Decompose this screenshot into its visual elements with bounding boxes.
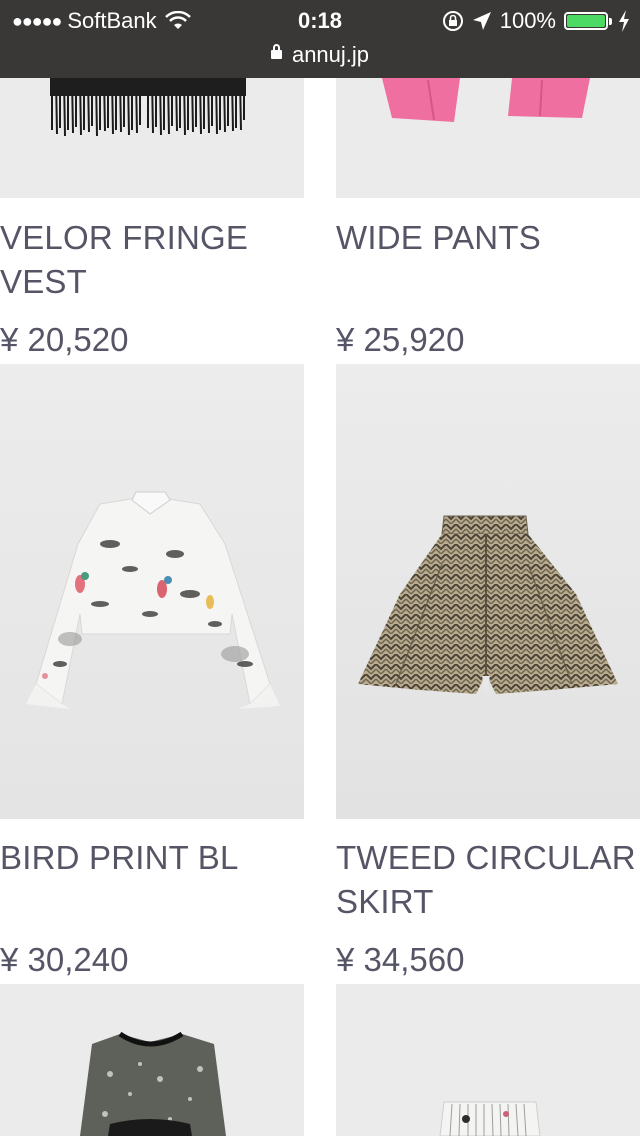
bird-print-blouse-image <box>0 364 304 819</box>
product-card[interactable]: BIRD PRINT BL ¥ 30,240 <box>0 364 304 984</box>
battery-percent: 100% <box>499 8 556 33</box>
status-bar: ●●●●● SoftBank 0:18 100% annuj.jp <box>0 0 640 78</box>
product-name[interactable]: WIDE PANTS <box>336 216 640 260</box>
url-bar[interactable]: annuj.jp <box>0 42 640 68</box>
location-arrow-icon <box>472 12 491 30</box>
rotation-lock-icon <box>442 11 463 31</box>
charging-bolt-icon <box>619 10 629 32</box>
product-price: ¥ 34,560 <box>336 941 465 978</box>
product-card[interactable] <box>0 984 304 1136</box>
battery-icon <box>564 12 612 30</box>
lock-icon <box>270 43 282 59</box>
product-image[interactable] <box>336 364 640 819</box>
tweed-skirt-image <box>336 364 640 819</box>
product-price: ¥ 25,920 <box>336 321 465 358</box>
product-name[interactable]: TWEED CIRCULAR SKIRT <box>336 836 640 924</box>
product-card[interactable]: TWEED CIRCULAR SKIRT ¥ 34,560 <box>336 364 640 984</box>
product-card[interactable] <box>336 984 640 1136</box>
product-image[interactable] <box>0 984 304 1136</box>
url-text: annuj.jp <box>291 42 370 67</box>
product-image[interactable] <box>0 364 304 819</box>
product-name[interactable]: VELOR FRINGE VEST <box>0 216 310 304</box>
product-price: ¥ 20,520 <box>0 321 129 358</box>
product-price: ¥ 30,240 <box>0 941 129 978</box>
product-name[interactable]: BIRD PRINT BL <box>0 836 310 880</box>
product-image[interactable] <box>336 984 640 1136</box>
print-skirt-image <box>336 984 640 1136</box>
floral-dress-image <box>0 984 304 1136</box>
